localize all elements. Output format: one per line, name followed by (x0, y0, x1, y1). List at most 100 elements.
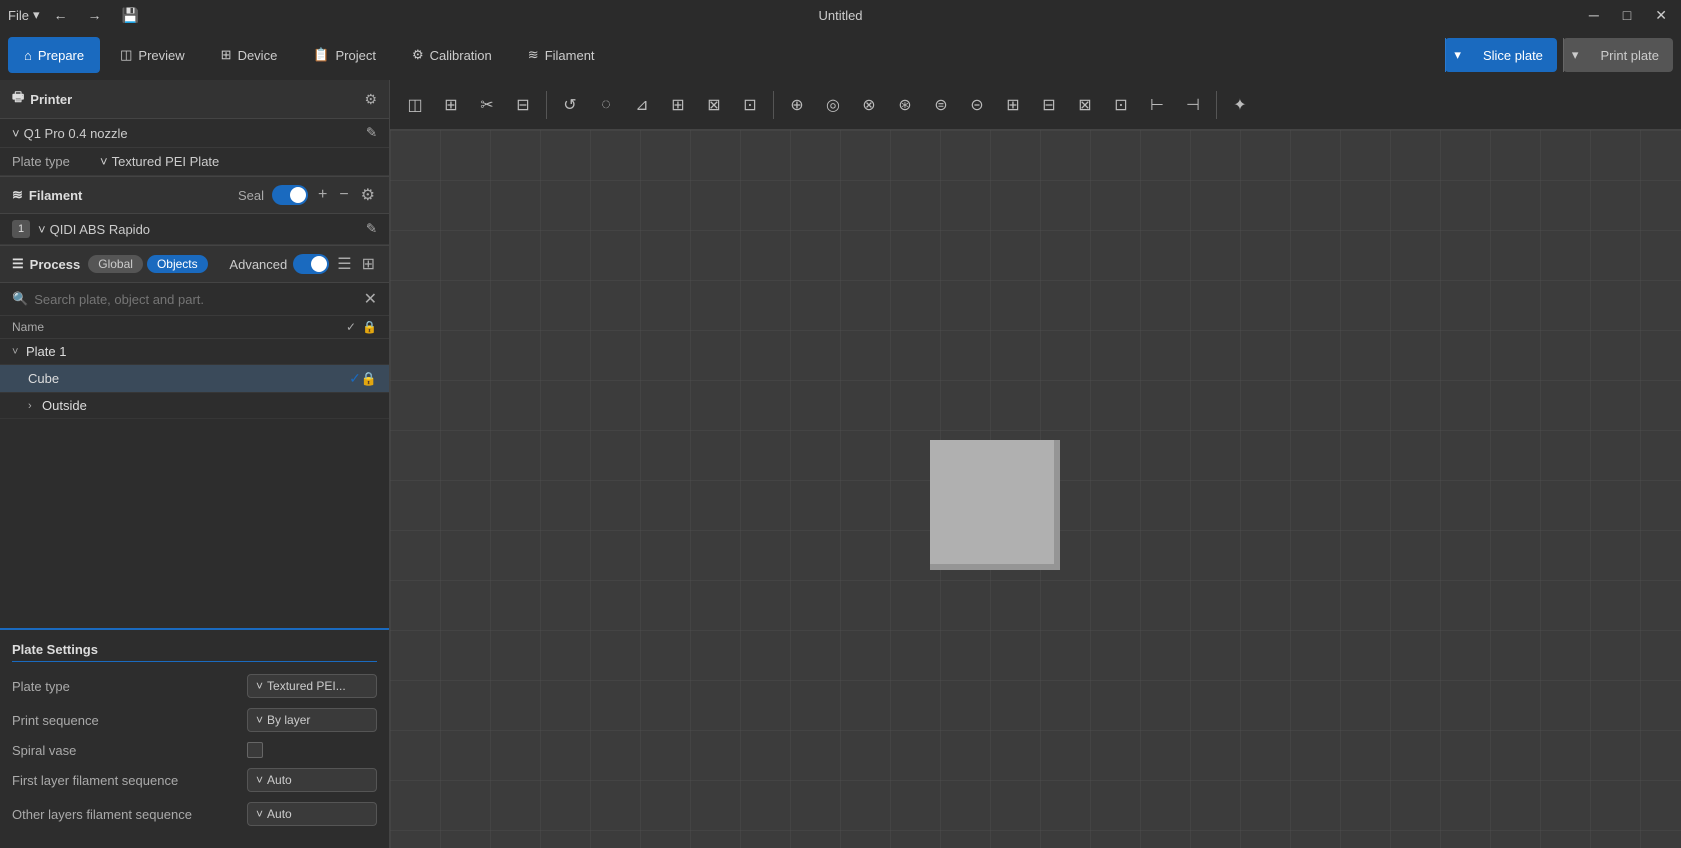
search-input[interactable] (34, 292, 357, 307)
back-button[interactable]: ← (47, 5, 73, 25)
spiral-vase-setting-row: Spiral vase (12, 742, 377, 758)
calibration-label: Calibration (430, 48, 492, 63)
filament-item-row: 1 ˅ QIDI ABS Rapido ✎ (0, 214, 389, 245)
save-button[interactable]: 💾 (115, 5, 144, 26)
tree-item-plate1[interactable]: ˅ Plate 1 (0, 339, 389, 365)
outside-expand-arrow: › (28, 400, 42, 412)
toolbar-btn-asterisk[interactable]: ⊛ (888, 88, 922, 122)
search-clear-button[interactable]: ✕ (364, 289, 377, 309)
file-label: File (8, 8, 29, 23)
spiral-vase-checkbox[interactable] (247, 742, 263, 758)
process-section-header: ☰ Process Global Objects Advanced ☰ ⊞ (0, 245, 389, 283)
preview-icon: ◫ (120, 47, 132, 63)
other-layers-select-value: Auto (267, 807, 292, 821)
toolbar-btn-grid[interactable]: ⊞ (434, 88, 468, 122)
process-tab-objects[interactable]: Objects (147, 255, 208, 273)
toolbar-btn-box5[interactable]: ⊡ (1104, 88, 1138, 122)
cube-checkbox[interactable]: ✓ (349, 370, 361, 387)
device-icon: ⊞ (221, 47, 232, 63)
plate-type-select-value: Textured PEI... (267, 679, 346, 693)
toolbar-btn-minus-c[interactable]: ⊝ (960, 88, 994, 122)
print-sequence-select[interactable]: ˅ By layer (247, 708, 377, 732)
nav-calibration[interactable]: ⚙ Calibration (396, 37, 508, 73)
nav-project[interactable]: 📋 Project (297, 37, 392, 73)
toolbar-btn-plus[interactable]: ⊕ (780, 88, 814, 122)
toolbar-btn-grid2[interactable]: ⊞ (996, 88, 1030, 122)
toolbar-btn-cross[interactable]: ⊗ (852, 88, 886, 122)
printer-edit-button[interactable]: ✎ (366, 125, 377, 141)
plate1-label: Plate 1 (26, 344, 377, 359)
toolbar-btn-box[interactable]: ⊞ (661, 88, 695, 122)
first-layer-arrow: ˅ (256, 773, 263, 787)
grid-canvas[interactable] (390, 130, 1681, 848)
toolbar-btn-rev[interactable]: ⊣ (1176, 88, 1210, 122)
toolbar-btn-circle[interactable]: ◌ (589, 88, 623, 122)
toolbar-btn-cut[interactable]: ✂ (470, 88, 504, 122)
toolbar-btn-layers[interactable]: ⊟ (506, 88, 540, 122)
nav-filament[interactable]: ≋ Filament (512, 37, 611, 73)
other-layers-select[interactable]: ˅ Auto (247, 802, 377, 826)
nav-preview[interactable]: ◫ Preview (104, 37, 201, 73)
plate-settings-title: Plate Settings (12, 642, 377, 662)
file-menu[interactable]: File ▾ (8, 7, 39, 23)
nav-device[interactable]: ⊞ Device (205, 37, 294, 73)
seal-toggle[interactable] (272, 185, 308, 205)
process-list-button[interactable]: ☰ (335, 254, 353, 274)
project-icon: 📋 (313, 47, 329, 63)
filament-edit-button[interactable]: ✎ (366, 221, 377, 237)
toolbar-btn-minus-b[interactable]: ⊟ (1032, 88, 1066, 122)
toolbar-btn-eq[interactable]: ⊜ (924, 88, 958, 122)
print-sequence-label: Print sequence (12, 713, 239, 728)
slice-plate-button[interactable]: ▾ Slice plate (1445, 38, 1557, 72)
navbar: ⌂ Prepare ◫ Preview ⊞ Device 📋 Project ⚙… (0, 30, 1681, 80)
cube-object-3d[interactable] (930, 440, 1060, 570)
printer-title: 🖶 Printer (12, 88, 72, 110)
device-label: Device (238, 48, 278, 63)
nav-prepare[interactable]: ⌂ Prepare (8, 37, 100, 73)
filament-add-button[interactable]: + (316, 186, 329, 204)
toolbar-btn-orient[interactable]: ◫ (398, 88, 432, 122)
toolbar-btn-rotate[interactable]: ↺ (553, 88, 587, 122)
other-layers-value: ˅ Auto (247, 802, 377, 826)
filament-gear-button[interactable]: ⚙ (359, 185, 377, 205)
seal-label: Seal (238, 188, 264, 203)
close-button[interactable]: ✕ (1649, 5, 1673, 26)
toolbar-sep-1 (546, 91, 547, 119)
filament-spool-icon: ≋ (12, 187, 23, 203)
tree-lock-col: 🔒 (362, 320, 377, 334)
print-plate-button[interactable]: ▾ Print plate (1563, 38, 1673, 72)
tree-actions: ✓ 🔒 (327, 320, 377, 334)
toolbar-btn-triangle[interactable]: ⊿ (625, 88, 659, 122)
plate-type-select[interactable]: ˅ Textured PEI... (247, 674, 377, 698)
process-settings-button[interactable]: ⊞ (360, 254, 377, 274)
window-title: Untitled (818, 8, 862, 23)
maximize-button[interactable]: □ (1617, 5, 1637, 26)
plate-type-value[interactable]: ˅ Textured PEI Plate (100, 154, 219, 169)
advanced-toggle[interactable] (293, 254, 329, 274)
toolbar-btn-target[interactable]: ◎ (816, 88, 850, 122)
minimize-button[interactable]: ─ (1583, 5, 1605, 26)
tree-name-col: Name (12, 320, 327, 334)
filament-number: 1 (12, 220, 30, 238)
toolbar-btn-box2[interactable]: ⊠ (697, 88, 731, 122)
tree-item-outside[interactable]: › Outside (0, 393, 389, 419)
sidebar: 🖶 Printer ⚙ ˅ Q1 Pro 0.4 nozzle ✎ Plate … (0, 80, 390, 848)
first-layer-select[interactable]: ˅ Auto (247, 768, 377, 792)
prepare-label: Prepare (38, 48, 84, 63)
first-layer-setting-row: First layer filament sequence ˅ Auto (12, 768, 377, 792)
toolbar-btn-box3[interactable]: ⊡ (733, 88, 767, 122)
slice-dropdown-arrow[interactable]: ▾ (1445, 38, 1469, 72)
tree-item-cube[interactable]: Cube ✓ 🔒 (0, 365, 389, 393)
toolbar-btn-star[interactable]: ✦ (1223, 88, 1257, 122)
toolbar-btn-box4[interactable]: ⊠ (1068, 88, 1102, 122)
canvas-area[interactable]: ◫ ⊞ ✂ ⊟ ↺ ◌ ⊿ ⊞ ⊠ ⊡ ⊕ ◎ ⊗ ⊛ ⊜ ⊝ ⊞ ⊟ ⊠ ⊡ … (390, 80, 1681, 848)
toolbar-btn-dash[interactable]: ⊢ (1140, 88, 1174, 122)
filament-remove-button[interactable]: − (337, 186, 350, 204)
spiral-vase-value (247, 742, 377, 758)
print-dropdown-arrow[interactable]: ▾ (1563, 38, 1587, 72)
first-layer-label: First layer filament sequence (12, 773, 239, 788)
forward-button[interactable]: → (81, 5, 107, 25)
cube-lock[interactable]: 🔒 (361, 371, 377, 387)
process-tab-global[interactable]: Global (88, 255, 143, 273)
printer-gear-button[interactable]: ⚙ (364, 91, 377, 108)
